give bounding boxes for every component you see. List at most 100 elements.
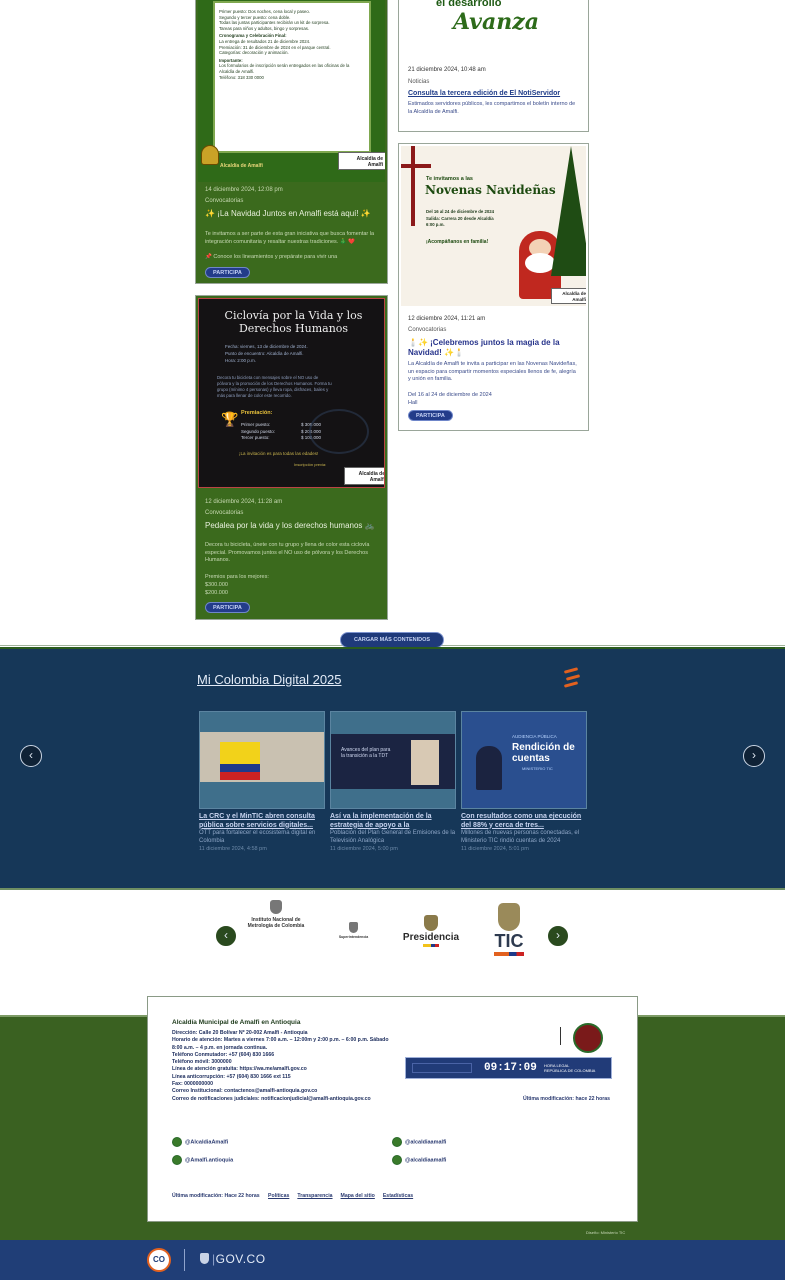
news-item[interactable]: Avances del plan para la transición a la…	[330, 711, 456, 852]
card-date: 12 diciembre 2024, 11:21 am	[408, 316, 486, 322]
poster-details: Del 16 al 24 de diciembre de 2024 Salida:…	[426, 209, 536, 229]
flag-stripe	[494, 952, 524, 956]
partners-next-button[interactable]: ›	[547, 925, 569, 947]
mintic-brand-icon	[563, 666, 581, 694]
poster-line: Tareas para niños y adultos, bingo y sor…	[219, 25, 310, 31]
poster-title: Ciclovía por la Vida y los Derechos Huma…	[224, 309, 363, 335]
card-date: 14 diciembre 2024, 12:08 pm	[205, 187, 283, 193]
card-title[interactable]: Pedalea por la vida y los derechos human…	[205, 521, 378, 531]
card-body-3: Hall	[408, 400, 418, 406]
footer-link[interactable]: Políticas	[268, 1193, 289, 1200]
banner-title: Mi Colombia Digital 2025	[197, 672, 342, 687]
participa-button[interactable]: PARTICIPA	[408, 410, 453, 421]
contact-line: Dirección: Calle 20 Bolívar Nº 20-002 Am…	[172, 1030, 308, 1036]
poster-avanza: el desarrollo Avanza	[401, 0, 586, 47]
card-body-2: Premios para los mejores:	[205, 574, 269, 580]
footer-org-name: Alcaldía Municipal de Amalfi en Antioqui…	[172, 1019, 301, 1026]
flag-stripe	[423, 944, 439, 947]
instagram-icon	[392, 1155, 402, 1165]
coat-of-arms-icon	[424, 915, 438, 931]
card-body: Te invitamos a ser parte de esta gran in…	[205, 231, 375, 245]
footer-links: Políticas Transparencia Mapa del sitio Esta…	[268, 1193, 413, 1200]
footer-divider	[560, 1027, 561, 1045]
card-title[interactable]: Consulta la tercera edición de El NotiSe…	[408, 89, 579, 99]
coat-of-arms-icon	[498, 903, 520, 931]
social-facebook[interactable]: @AlcaldiaAmalfi	[172, 1137, 228, 1147]
poster-avanza-title: Avanza	[453, 9, 539, 35]
partner-logo-metrologia[interactable]: Instituto Nacional de Metrología de Colo…	[240, 900, 312, 929]
youtube-icon	[172, 1155, 182, 1165]
social-twitter[interactable]: @alcaldiaamalfi	[392, 1137, 446, 1147]
legal-clock: 09:17:09 HORA LEGAL REPÚBLICA DE COLOMBI…	[405, 1057, 612, 1079]
gift-ribbon-h	[401, 164, 431, 168]
news-item[interactable]: La CRC y el MinTIC abren consulta públic…	[199, 711, 325, 852]
poster-novenas: Te invitamos a las Novenas Navideñas Del…	[401, 146, 586, 306]
news-thumbnail: Avances del plan para la transición a la…	[330, 711, 456, 809]
poster-line: Los formularios de inscripción serán ent…	[219, 63, 350, 74]
card-body-3: $300.000	[205, 582, 228, 588]
govco-logo[interactable]: |GOV.CO	[200, 1252, 266, 1266]
load-more-button[interactable]: CARGAR MÁS CONTENIDOS	[340, 632, 444, 648]
card-body: La Alcaldía de Amalfi te invita a partic…	[408, 361, 577, 382]
poster-item: Hora: 2:00 p.m.	[225, 358, 257, 363]
footer-link[interactable]: Mapa del sitio	[341, 1193, 375, 1200]
card-date: 21 diciembre 2024, 10:48 am	[408, 67, 486, 73]
contact-line: Línea de atención gratuita: https://wa.m…	[172, 1066, 307, 1073]
card-title[interactable]: ✨ ¡La Navidad Juntos en Amalfi está aquí…	[205, 209, 378, 219]
footer-link[interactable]: Estadísticas	[383, 1193, 413, 1200]
contact-line: 8:00 a.m. – 4 p.m. en jornada continua.	[172, 1044, 268, 1051]
partners-prev-button[interactable]: ‹	[215, 925, 237, 947]
clock-label: HORA LEGAL REPÚBLICA DE COLOMBIA	[544, 1063, 596, 1073]
amalfi-logo: Alcaldía de Amalfi	[551, 288, 586, 304]
contact-line: Fax: 0000000000	[172, 1081, 213, 1088]
govco-bar: CO |GOV.CO	[0, 1240, 785, 1280]
partner-logo-presidencia[interactable]: Presidencia	[398, 915, 464, 947]
news-thumbnail: AUDIENCIA PÚBLICA Rendición de cuentas M…	[461, 711, 587, 809]
card-category: Noticias	[408, 79, 430, 85]
participa-button[interactable]: PARTICIPA	[205, 602, 250, 613]
poster-navidad-juntos: Primer puesto: Dos noches, cena local y …	[198, 0, 385, 182]
colombia-badge[interactable]: CO	[147, 1248, 171, 1272]
poster-text-panel: Primer puesto: Dos noches, cena local y …	[213, 1, 371, 153]
news-desc: Población del Plan General de Emisiones …	[330, 830, 456, 844]
christmas-tree	[551, 146, 586, 276]
news-card-notiservidor: el desarrollo Avanza 21 diciembre 2024, …	[398, 0, 589, 132]
mi-colombia-digital-banner: Mi Colombia Digital 2025 ‹ › La CRC y el…	[0, 647, 785, 890]
partner-logo-superintendencia[interactable]: Superintendencia	[326, 922, 381, 939]
poster-title: Novenas Navideñas	[425, 183, 556, 197]
card-body: Estimados servidores públicos, les compa…	[408, 101, 576, 115]
card-body-4: $200.000	[205, 590, 228, 596]
contact-line: Teléfono Conmutador: +57 (604) 830 1666	[172, 1051, 275, 1058]
poster-item: Fecha: viernes, 13 de diciembre de 2024.	[225, 344, 308, 349]
news-thumbnail	[199, 711, 325, 809]
news-title[interactable]: Con resultados como una ejecución del 88…	[461, 813, 587, 830]
news-title[interactable]: Así va la implementación de la estrategi…	[330, 813, 456, 830]
amalfi-shield-icon	[573, 1023, 603, 1053]
contact-line: Línea anticorrupción: +57 (604) 830 1666…	[172, 1073, 291, 1080]
card-body-2: Del 16 al 24 de diciembre de 2024	[408, 392, 492, 398]
twitter-icon	[392, 1137, 402, 1147]
footer-link[interactable]: Transparencia	[297, 1193, 332, 1200]
news-desc: Millones de nuevas personas conectadas, …	[461, 830, 580, 844]
social-instagram[interactable]: @alcaldiaamalfi	[392, 1155, 446, 1165]
footer-contact-lines: Dirección: Calle 20 Bolívar Nº 20-002 Am…	[172, 1030, 417, 1103]
participa-button[interactable]: PARTICIPA	[205, 267, 250, 278]
contact-line: Teléfono móvil: 3000000	[172, 1059, 232, 1066]
trophy-icon: 🏆	[221, 411, 239, 427]
carousel-next-button[interactable]: ›	[743, 745, 765, 767]
coat-of-arms-icon	[270, 900, 282, 914]
news-item[interactable]: AUDIENCIA PÚBLICA Rendición de cuentas M…	[461, 711, 587, 852]
social-youtube[interactable]: @Amalfi.antioquia	[172, 1155, 233, 1165]
poster-details: Fecha: viernes, 13 de diciembre de 2024.…	[217, 343, 367, 364]
card-category: Convocatorias	[408, 327, 447, 333]
news-title[interactable]: La CRC y el MinTIC abren consulta públic…	[199, 813, 325, 830]
partner-logo-tic[interactable]: TIC	[488, 903, 530, 956]
card-body: Decora tu bicicleta, únete con tu grupo …	[205, 542, 370, 563]
govco-divider	[184, 1249, 185, 1271]
govco-seal-icon	[200, 1253, 209, 1264]
clock-time: 09:17:09	[484, 1062, 537, 1074]
news-date: 11 diciembre 2024, 4:58 pm	[199, 846, 267, 852]
news-card-navidad-juntos: Primer puesto: Dos noches, cena local y …	[195, 0, 388, 284]
card-title[interactable]: 🕯️✨ ¡Celebremos juntos la magia de la Na…	[408, 338, 579, 358]
carousel-prev-button[interactable]: ‹	[20, 745, 42, 767]
